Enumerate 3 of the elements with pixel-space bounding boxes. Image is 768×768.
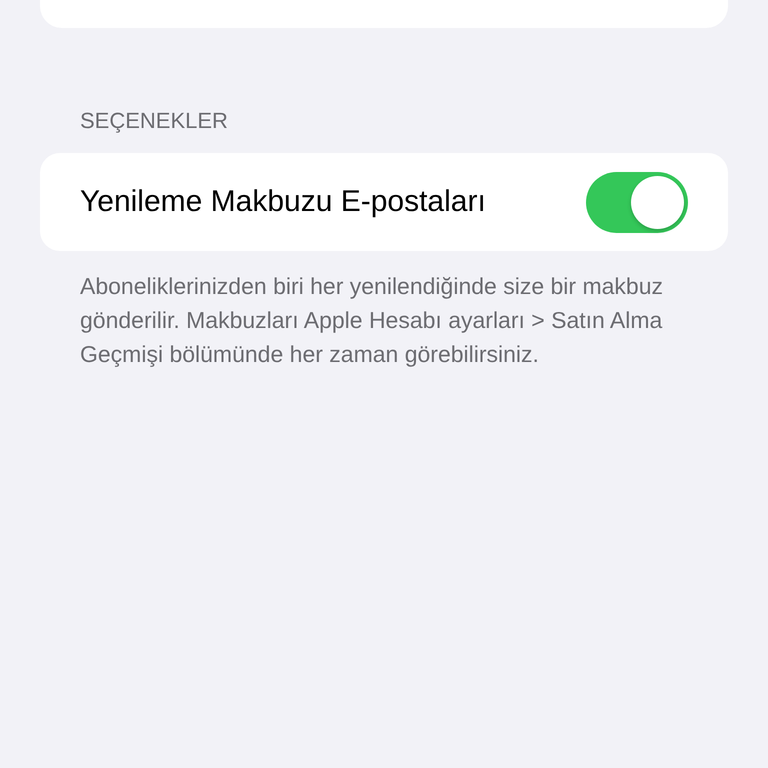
- section-footer: Aboneliklerinizden biri her yenilendiğinde size bir makbuz gönderilir. Makbuzları Apple Hesabı ayarları > Satın Alma Geçmişi bölümünde her zaman görebilirsiniz.: [80, 269, 688, 371]
- setting-label: Yenileme Makbuzu E-postaları: [80, 185, 486, 219]
- section-header: SEÇENEKLER: [80, 107, 229, 135]
